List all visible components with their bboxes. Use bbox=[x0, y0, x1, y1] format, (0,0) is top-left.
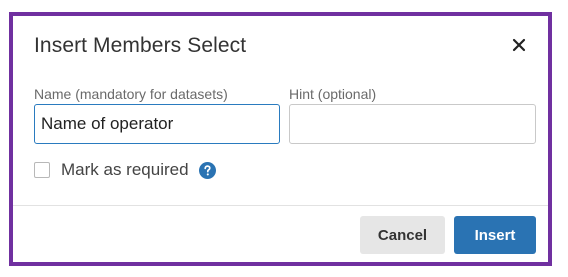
dialog-title: Insert Members Select bbox=[34, 34, 247, 57]
mark-required-label[interactable]: Mark as required bbox=[61, 160, 189, 180]
close-button[interactable] bbox=[510, 36, 530, 56]
close-icon bbox=[512, 38, 526, 52]
hint-input[interactable] bbox=[289, 104, 536, 144]
help-button[interactable] bbox=[198, 161, 216, 179]
insert-members-select-dialog: Insert Members Select Name (mandatory fo… bbox=[9, 12, 552, 266]
mark-required-row: Mark as required bbox=[34, 159, 216, 181]
insert-button[interactable]: Insert bbox=[454, 216, 536, 254]
hint-label: Hint (optional) bbox=[289, 86, 377, 102]
mark-required-checkbox[interactable] bbox=[34, 162, 50, 178]
name-label: Name (mandatory for datasets) bbox=[34, 86, 228, 102]
footer-divider bbox=[13, 205, 548, 206]
cancel-button[interactable]: Cancel bbox=[360, 216, 445, 254]
name-input[interactable] bbox=[34, 104, 280, 144]
help-icon bbox=[198, 161, 216, 179]
